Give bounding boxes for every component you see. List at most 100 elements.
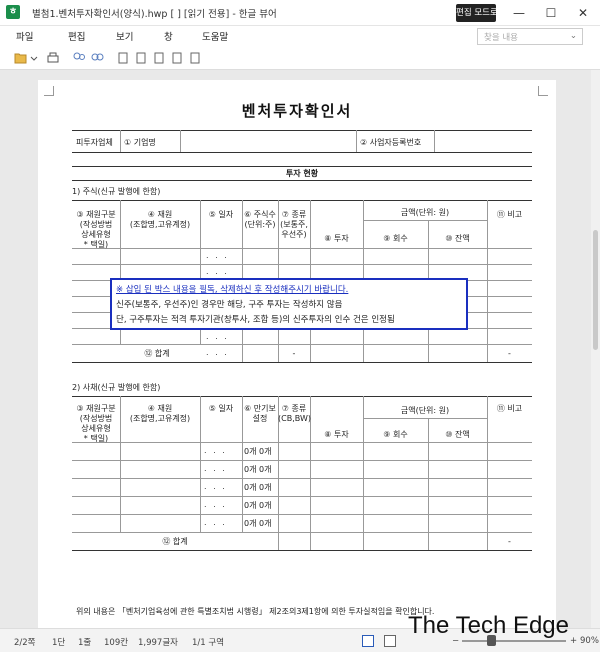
share-icon[interactable]	[90, 51, 104, 65]
close-icon[interactable]: ✕	[572, 3, 594, 23]
toolbar	[0, 46, 600, 70]
cell-border	[356, 130, 357, 152]
rule	[72, 550, 532, 551]
window-title: 별첨1.벤처투자확인서(양식).hwp [ ] [읽기 전용] - 한글 뷰어	[32, 9, 277, 20]
cell-border	[363, 220, 487, 221]
zoom-level: 90%	[580, 636, 599, 646]
menu-edit[interactable]: 편집	[68, 29, 85, 43]
biz-reg-number-label: ② 사업자등록번호	[360, 138, 422, 147]
hwp-app-icon: ㅎ	[6, 5, 20, 19]
find-input[interactable]: 찾을 내용 ⌄	[477, 28, 583, 45]
document-canvas[interactable]: 벤처투자확인서 피투자업체 ① 기업명 ② 사업자등록번호 투자 현황 1) 주…	[0, 70, 591, 628]
instruction-notice-box[interactable]: ※ 삽입 된 박스 내용을 필독, 삭제하신 후 작성해주시기 바랍니다. 신주…	[110, 278, 468, 330]
cell-border	[72, 460, 532, 461]
section-indicator: 1/1 구역	[192, 638, 225, 648]
investee-label: 피투자업체	[76, 138, 113, 147]
cell-border	[72, 478, 532, 479]
bond-date-placeholder: . . .	[204, 464, 227, 473]
recover-header: ⑨ 회수	[383, 234, 408, 243]
open-folder-icon[interactable]	[14, 51, 28, 65]
cell-border	[120, 130, 121, 152]
menu-window[interactable]: 창	[164, 29, 173, 43]
cell-border	[363, 418, 487, 419]
date-placeholder: . . .	[206, 267, 229, 276]
stock-total-note: -	[508, 349, 511, 358]
bond-date-placeholder: . . .	[204, 482, 227, 491]
cell-border	[72, 264, 532, 265]
find-placeholder: 찾을 내용	[484, 33, 518, 43]
bond-period-header: ⑥ 만기보 설정	[244, 404, 276, 423]
notice-line-3: 단, 구주투자는 적격 투자기관(창투사, 조합 등)의 신주투자의 인수 건은…	[116, 315, 395, 325]
page-layout-icon-5[interactable]	[188, 51, 202, 65]
vertical-scrollbar[interactable]	[591, 70, 600, 628]
bond-section-title: 2) 사채(신규 발행에 한함)	[72, 383, 161, 392]
rule	[72, 152, 532, 153]
rule	[72, 362, 532, 363]
column-indicator: 1단	[52, 638, 66, 648]
menu-help[interactable]: 도움말	[202, 29, 228, 43]
title-bar: ㅎ 별첨1.벤처투자확인서(양식).hwp [ ] [읽기 전용] - 한글 뷰…	[0, 0, 600, 26]
bond-period-cell: 0개 0개	[244, 501, 272, 510]
page-indicator: 2/2쪽	[14, 638, 36, 648]
web-view-icon[interactable]	[384, 635, 396, 647]
rule	[72, 166, 532, 167]
bond-period-cell: 0개 0개	[244, 519, 272, 528]
bond-fund-type-header: ③ 재원구분 (작성방법 상세유형 * 택일)	[76, 404, 116, 443]
date-header: ⑤ 일자	[208, 210, 234, 219]
menu-view[interactable]: 보기	[116, 29, 133, 43]
company-name-field[interactable]	[184, 137, 354, 149]
page-corner-mark	[538, 86, 548, 96]
cell-border	[487, 200, 488, 362]
cell-border	[200, 396, 201, 532]
page-layout-icon-3[interactable]	[152, 51, 166, 65]
fund-type-header: ③ 재원구분 (작성방법 상세유형 * 택일)	[76, 210, 116, 249]
chevron-down-icon[interactable]	[30, 51, 38, 65]
bond-amount-header: 금액(단위: 원)	[400, 406, 450, 415]
page-view-icon[interactable]	[362, 635, 374, 647]
biz-reg-number-field[interactable]	[438, 137, 530, 149]
maximize-icon[interactable]: ☐	[540, 3, 562, 23]
print-icon[interactable]	[46, 51, 60, 65]
bond-date-placeholder: . . .	[204, 500, 227, 509]
cell-border	[363, 396, 364, 550]
zoom-slider[interactable]	[462, 640, 566, 642]
note-header: ⑪ 비고	[496, 210, 523, 219]
page-layout-icon-2[interactable]	[134, 51, 148, 65]
scrollbar-thumb[interactable]	[593, 230, 598, 350]
investment-status-header: 투자 현황	[285, 169, 319, 178]
bond-date-placeholder: . . .	[204, 518, 227, 527]
bond-period-cell: 0개 0개	[244, 465, 272, 474]
amount-header: 금액(단위: 원)	[400, 208, 450, 217]
minimize-icon[interactable]: —	[508, 3, 530, 23]
bond-note-header: ⑪ 비고	[496, 404, 523, 413]
bond-date-placeholder: . . .	[204, 446, 227, 455]
bond-fund-source-header: ④ 재원 (조합명,고유계정)	[129, 404, 191, 423]
edit-mode-button[interactable]: 편집 모드로 열기	[456, 4, 516, 22]
page-layout-icon-1[interactable]	[116, 51, 130, 65]
stock-section-title: 1) 주식(신규 발행에 한함)	[72, 187, 161, 196]
rule	[72, 180, 532, 181]
rule	[72, 396, 532, 397]
user-icon[interactable]	[72, 51, 86, 65]
cell-border	[72, 514, 532, 515]
fund-source-header: ④ 재원 (조합명,고유계정)	[129, 210, 191, 229]
cell-border	[72, 532, 532, 533]
chevron-down-icon[interactable]: ⌄	[570, 31, 577, 41]
confirmation-statement: 위의 내용은 「벤처기업육성에 관한 특별조치법 시행령」 제2조의3제1항에 …	[76, 607, 435, 616]
date-placeholder: . . .	[206, 332, 229, 341]
stock-total-label: ⑫ 합계	[144, 349, 170, 358]
page-layout-icon-4[interactable]	[170, 51, 184, 65]
bond-total-note: -	[508, 537, 511, 546]
rule	[72, 200, 532, 201]
char-count: 1,997글자	[138, 638, 178, 648]
invest-header: ⑧ 투자	[324, 234, 349, 243]
zoom-in-icon[interactable]: +	[570, 636, 577, 646]
document-page: 벤처투자확인서 피투자업체 ① 기업명 ② 사업자등록번호 투자 현황 1) 주…	[38, 80, 556, 628]
balance-header: ⑩ 잔액	[445, 234, 470, 243]
line-indicator: 1줄	[78, 638, 92, 648]
menu-file[interactable]: 파일	[16, 29, 33, 43]
bond-balance-header: ⑩ 잔액	[445, 430, 470, 439]
rule	[72, 130, 532, 131]
cell-border	[434, 130, 435, 152]
char-col-indicator: 109칸	[104, 638, 129, 648]
